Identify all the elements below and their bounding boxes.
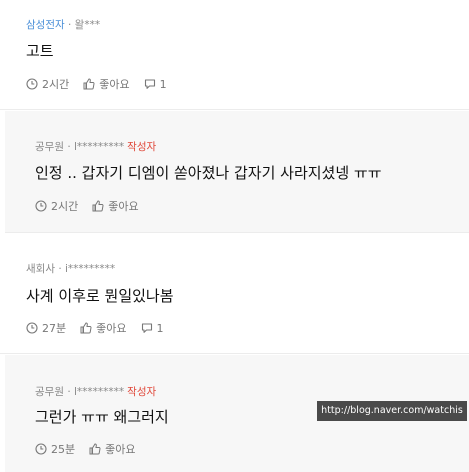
comment-actions: 2시간 좋아요 1 [26,76,181,92]
comment-actions: 27분 좋아요 1 [26,320,178,336]
like-label: 좋아요 [96,322,127,335]
comment-meta: 공무원 · l********* 작성자 [35,139,156,154]
meta-separator: · [63,386,74,398]
time-text: 2시간 [42,78,70,91]
time-info: 27분 [26,320,66,336]
comment-meta: 삼성전자 · 왈*** [26,17,100,32]
clock-icon [26,78,38,90]
author-name: i********* [65,263,116,275]
like-button[interactable]: 좋아요 [83,76,130,92]
like-button[interactable]: 좋아요 [80,320,127,336]
comment-meta: 새회사 · i********* [26,261,115,276]
like-label: 좋아요 [105,443,136,456]
meta-separator: · [63,141,74,153]
comment-text: 사계 이후로 뭔일있나봄 [26,287,174,305]
thumbs-up-icon [83,78,95,90]
meta-separator: · [64,19,75,31]
reply-item: 공무원 · l********* 작성자 인정 .. 갑자기 디엠이 쏟아졌나 갑… [5,111,469,233]
thumbs-up-icon [92,200,104,212]
author-badge: 작성자 [127,141,157,153]
watermark-overlay: http://blog.naver.com/watchis [317,401,467,421]
company-name[interactable]: 공무원 [35,386,64,398]
time-text: 25분 [51,443,76,456]
clock-icon [35,443,47,455]
author-name: l********* [74,386,125,398]
author-badge: 작성자 [127,386,157,398]
like-button[interactable]: 좋아요 [89,441,136,457]
reply-button[interactable]: 1 [141,322,164,335]
company-name[interactable]: 삼성전자 [26,19,65,31]
time-text: 27분 [42,322,67,335]
comment-text: 그런가 ㅠㅠ 왜그러지 [35,408,169,426]
comment-meta: 공무원 · l********* 작성자 [35,384,156,399]
time-info: 2시간 [26,76,69,92]
author-name: 왈*** [74,19,101,31]
comment-text: 고트 [26,42,54,60]
company-name[interactable]: 공무원 [35,141,64,153]
like-button[interactable]: 좋아요 [92,198,139,214]
thumbs-up-icon [89,443,101,455]
clock-icon [35,200,47,212]
comment-actions: 25분 좋아요 [35,441,150,457]
meta-separator: · [54,263,65,275]
author-name: l********* [74,141,125,153]
reply-count: 1 [156,321,164,335]
time-info: 25분 [35,441,75,457]
reply-button[interactable]: 1 [144,78,167,91]
comment-icon [141,323,152,333]
time-info: 2시간 [35,198,78,214]
company-name[interactable]: 새회사 [26,263,55,275]
comment-item: 새회사 · i********* 사계 이후로 뭔일있나봄 27분 좋아요 1 [0,234,469,354]
clock-icon [26,322,38,334]
comment-icon [144,79,155,89]
comment-item: 삼성전자 · 왈*** 고트 2시간 좋아요 1 [0,0,469,110]
thumbs-up-icon [80,322,92,334]
reply-count: 1 [159,77,167,91]
comment-actions: 2시간 좋아요 [35,198,153,214]
like-label: 좋아요 [108,200,139,213]
time-text: 2시간 [51,200,79,213]
like-label: 좋아요 [99,78,130,91]
comment-text: 인정 .. 갑자기 디엠이 쏟아졌나 갑자기 사라지셨넹 ㅠㅠ [35,164,382,182]
